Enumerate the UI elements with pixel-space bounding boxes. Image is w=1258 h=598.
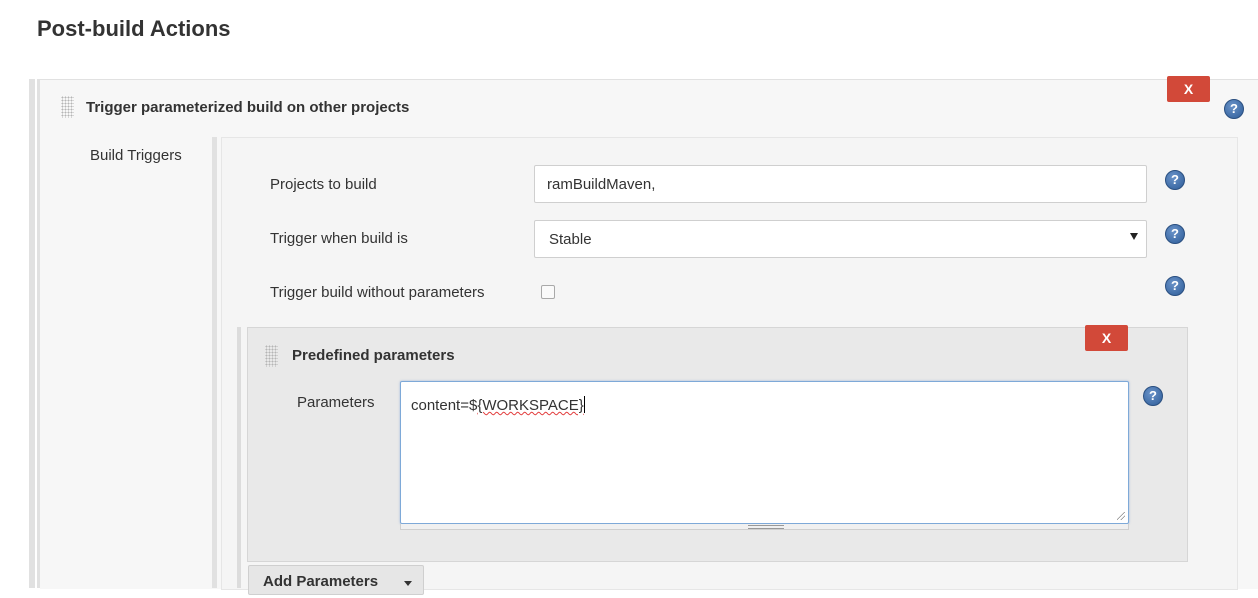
projects-to-build-input[interactable]: [534, 165, 1147, 203]
help-icon[interactable]: ?: [1165, 276, 1185, 296]
parameters-value-misspelled: {WORKSPACE}: [477, 397, 584, 414]
help-icon[interactable]: ?: [1165, 170, 1185, 190]
trigger-when-select[interactable]: Stable: [534, 220, 1147, 258]
parameters-value-prefix: content=$: [411, 397, 478, 414]
add-parameters-label: Add Parameters: [263, 573, 379, 590]
drag-handle-icon[interactable]: [61, 96, 74, 118]
help-icon[interactable]: ?: [1224, 99, 1244, 119]
delete-predefined-button[interactable]: X: [1085, 325, 1128, 351]
without-params-label: Trigger build without parameters: [270, 284, 485, 301]
grip-icon: [748, 525, 784, 529]
build-triggers-rail: [212, 137, 217, 588]
delete-trigger-button[interactable]: X: [1167, 76, 1210, 102]
predefined-title: Predefined parameters: [292, 347, 455, 364]
trigger-when-value: Stable: [549, 230, 592, 248]
trigger-block-title: Trigger parameterized build on other pro…: [86, 99, 410, 116]
help-icon[interactable]: ?: [1143, 386, 1163, 406]
textarea-expand-grip[interactable]: [400, 524, 1129, 530]
chevron-down-icon: [404, 581, 412, 586]
projects-to-build-label: Projects to build: [270, 176, 377, 193]
section-title: Post-build Actions: [37, 16, 231, 41]
drag-handle-icon[interactable]: [265, 345, 278, 367]
parameters-textarea[interactable]: content=${WORKSPACE}: [400, 381, 1129, 524]
add-parameters-button[interactable]: Add Parameters: [248, 565, 424, 595]
block-rail: [29, 79, 35, 588]
parameters-label: Parameters: [297, 394, 375, 411]
build-triggers-label: Build Triggers: [90, 147, 182, 164]
without-params-checkbox[interactable]: [541, 285, 555, 299]
text-caret: [583, 396, 585, 413]
dropdown-arrow-icon: [1130, 233, 1138, 240]
resize-handle-icon[interactable]: [1117, 512, 1125, 520]
predefined-rail: [237, 327, 241, 588]
help-icon[interactable]: ?: [1165, 224, 1185, 244]
trigger-when-label: Trigger when build is: [270, 230, 408, 247]
